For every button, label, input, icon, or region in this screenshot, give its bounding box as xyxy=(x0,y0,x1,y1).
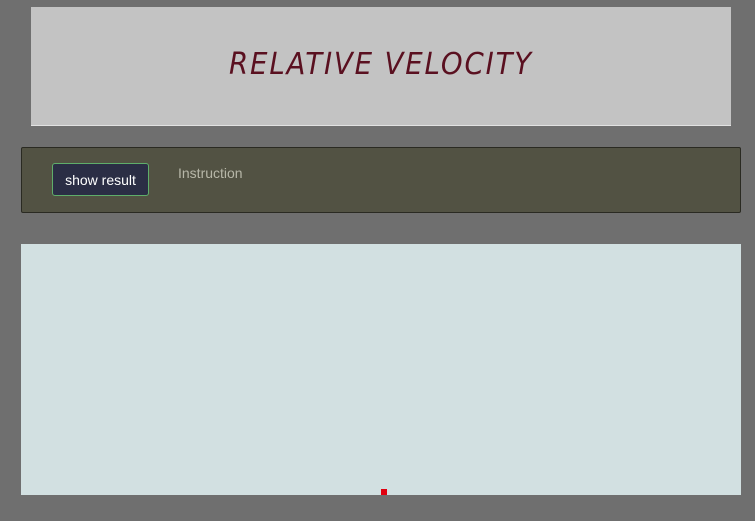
header-panel: RELATIVE VELOCITY xyxy=(31,7,731,126)
page-title: RELATIVE VELOCITY xyxy=(229,47,533,82)
simulation-canvas[interactable] xyxy=(21,244,741,495)
show-result-button[interactable]: show result xyxy=(52,163,149,196)
simulation-marker xyxy=(381,489,387,495)
instruction-link[interactable]: Instruction xyxy=(178,165,243,181)
controls-bar: show result Instruction xyxy=(21,147,741,213)
